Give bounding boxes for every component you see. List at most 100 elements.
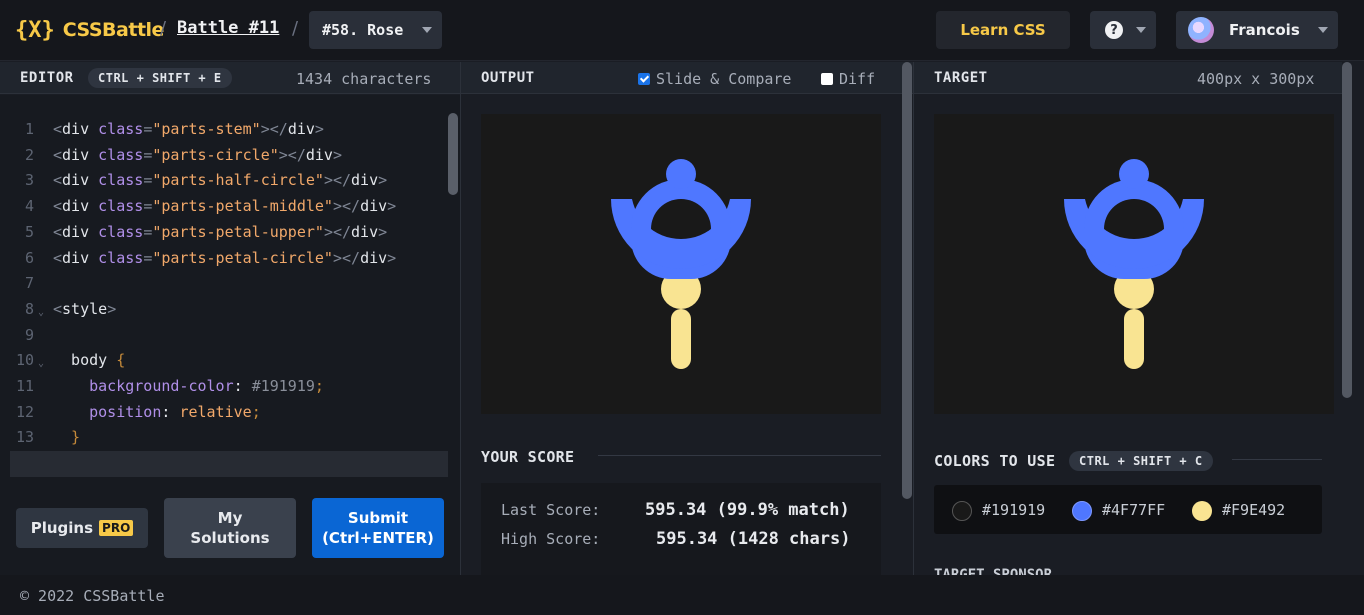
code-token: "parts-stem"	[152, 120, 261, 138]
rose-petal-circle	[666, 159, 696, 189]
colors-rule	[1232, 459, 1322, 460]
code-text: }	[53, 425, 80, 450]
code-token: div	[305, 145, 333, 164]
code-token: div	[62, 171, 99, 190]
code-token: div	[62, 145, 99, 164]
code-token: div	[62, 120, 99, 138]
line-number: 13	[15, 428, 34, 447]
color-code[interactable]: #F9E492	[1222, 501, 1285, 519]
my-solutions-button[interactable]: My Solutions	[164, 498, 296, 558]
rose-stem	[671, 309, 691, 369]
code-token: ></	[332, 197, 361, 216]
code-token: div	[360, 248, 388, 267]
code-token: class	[98, 197, 144, 216]
user-name: Francois	[1229, 21, 1300, 39]
slide-compare-option[interactable]: Slide & Compare	[638, 70, 791, 88]
code-token: =	[143, 171, 153, 190]
code-line[interactable]: 9	[0, 323, 440, 348]
code-token: "parts-half-circle"	[152, 171, 324, 190]
slide-compare-checkbox[interactable]	[638, 73, 650, 85]
color-swatch[interactable]	[952, 501, 972, 521]
output-scrollbar[interactable]	[902, 62, 912, 499]
code-token: }	[53, 428, 81, 447]
fold-chevron-icon[interactable]: ⌄	[38, 351, 44, 376]
help-menu-button[interactable]: ?	[1090, 11, 1156, 49]
help-icon: ?	[1105, 21, 1123, 39]
code-text: background-color: #191919;	[53, 374, 324, 399]
code-token: =	[143, 248, 153, 267]
user-menu-button[interactable]: Francois	[1176, 11, 1338, 49]
editor-scrollbar[interactable]	[448, 113, 458, 195]
code-token: div	[351, 222, 379, 241]
color-code[interactable]: #191919	[982, 501, 1045, 519]
code-token: "parts-petal-middle"	[152, 197, 333, 216]
diff-checkbox[interactable]	[821, 73, 833, 85]
last-score-label: Last Score:	[501, 501, 601, 519]
diff-label: Diff	[839, 70, 876, 88]
high-score-value: 595.34 (1428 chars)	[656, 529, 851, 549]
code-token: >	[378, 222, 388, 241]
target-title: TARGET	[934, 70, 988, 86]
code-line[interactable]: 6 <div class="parts-petal-circle"></div>	[0, 246, 440, 271]
diff-option[interactable]: Diff	[821, 70, 875, 88]
line-number: 1	[24, 120, 34, 138]
code-line[interactable]: 10 ⌄ body {	[0, 348, 440, 373]
editor-shortcut-badge: CTRL + SHIFT + E	[88, 68, 232, 88]
code-token: =	[143, 197, 153, 216]
target-select-dropdown[interactable]: #58. Rose	[309, 11, 442, 49]
color-code[interactable]: #4F77FF	[1102, 501, 1165, 519]
learn-css-button[interactable]: Learn CSS	[936, 11, 1070, 49]
code-token: ;	[314, 377, 324, 395]
code-line[interactable]: 11 background-color: #191919;	[0, 374, 440, 399]
code-token: class	[98, 171, 144, 190]
target-scrollbar[interactable]	[1342, 62, 1352, 398]
code-line[interactable]: 5 <div class="parts-petal-upper"></div>	[0, 220, 440, 245]
code-line[interactable]: 7	[0, 271, 440, 296]
code-token: div	[287, 120, 315, 138]
plugins-button[interactable]: Plugins PRO	[16, 508, 148, 548]
code-token: <	[53, 145, 63, 164]
slide-compare-label: Slide & Compare	[656, 70, 792, 88]
code-line[interactable]: 8 ⌄ <style>	[0, 297, 440, 322]
line-number: 11	[15, 377, 34, 395]
output-canvas[interactable]	[481, 114, 881, 414]
code-line[interactable]: 2 <div class="parts-circle"></div>	[0, 143, 440, 168]
cssbattle-logo[interactable]: {X} CSSBattle	[15, 16, 164, 44]
code-token: {	[116, 351, 126, 370]
code-line[interactable]: 4 <div class="parts-petal-middle"></div>	[0, 194, 440, 219]
submit-button[interactable]: Submit (Ctrl+ENTER)	[312, 498, 444, 558]
editor-header: EDITOR CTRL + SHIFT + E 1434 characters	[0, 62, 460, 94]
code-token: div	[351, 171, 379, 190]
code-token: <	[53, 197, 63, 216]
target-header: TARGET 400px x 300px	[914, 62, 1342, 94]
code-line[interactable]: 1 <div class="parts-stem"></div>	[0, 117, 440, 142]
code-line[interactable]: 3 <div class="parts-half-circle"></div>	[0, 168, 440, 193]
code-editor[interactable]: 1 <div class="parts-stem"></div> 2 <div cla…	[0, 95, 460, 480]
target-canvas	[934, 114, 1334, 414]
code-token: ></	[323, 222, 352, 241]
code-text: <div class="parts-petal-upper"></div>	[53, 220, 387, 245]
line-number: 2	[24, 145, 34, 164]
code-text: <div class="parts-circle"></div>	[53, 143, 342, 168]
fold-chevron-icon[interactable]: ⌄	[38, 300, 44, 325]
code-token: "parts-petal-upper"	[152, 222, 324, 241]
code-token: ></	[332, 248, 361, 267]
code-token: =	[143, 145, 153, 164]
line-number: 3	[24, 171, 34, 190]
breadcrumb-battle-link[interactable]: Battle #11	[177, 18, 279, 38]
code-text: <div class="parts-half-circle"></div>	[53, 168, 387, 193]
code-line[interactable]: 12 position: relative;	[0, 400, 440, 425]
score-title: YOUR SCORE	[481, 448, 575, 466]
colors-shortcut-badge: CTRL + SHIFT + C	[1069, 451, 1213, 471]
chevron-down-icon	[422, 27, 432, 33]
color-swatch[interactable]	[1072, 501, 1092, 521]
code-token: background-color	[53, 377, 234, 395]
output-title: OUTPUT	[481, 70, 535, 86]
line-number: 7	[24, 274, 34, 293]
copyright-text: © 2022 CSSBattle	[20, 587, 165, 605]
code-token: ></	[278, 145, 306, 164]
code-line[interactable]: 13 }	[0, 425, 440, 450]
color-swatch[interactable]	[1192, 501, 1212, 521]
code-token: #191919	[251, 377, 315, 395]
code-token: >	[378, 171, 388, 190]
